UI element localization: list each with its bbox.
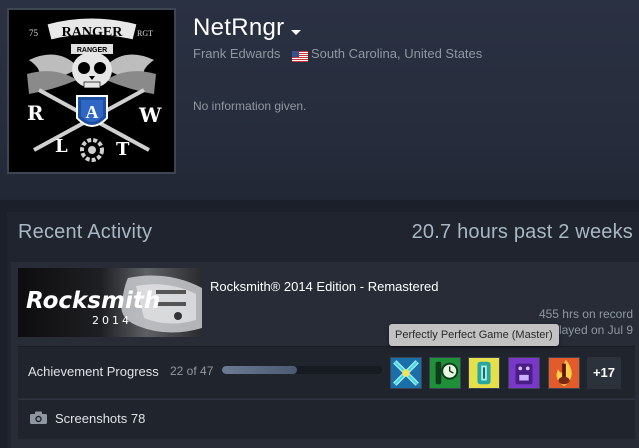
game-capsule-image[interactable]: Rocksmith 2014 <box>18 268 202 337</box>
svg-text:A: A <box>86 102 99 122</box>
hours-on-record: 455 hrs on record <box>538 307 633 321</box>
achievement-crossed-arrows-icon[interactable] <box>390 357 422 389</box>
svg-text:RGT: RGT <box>137 29 153 38</box>
svg-text:T: T <box>116 139 130 160</box>
real-name: Frank Edwards <box>193 46 281 61</box>
more-achievements-button[interactable]: +17 <box>587 357 621 389</box>
location: South Carolina, United States <box>311 46 483 61</box>
svg-text:Rocksmith: Rocksmith <box>26 288 160 314</box>
svg-text:2014: 2014 <box>92 314 132 327</box>
persona-name: NetRngr <box>193 14 285 41</box>
game-name-link[interactable]: Rocksmith® 2014 Edition - Remastered <box>210 279 439 294</box>
achievement-progress-bar <box>222 366 382 374</box>
name-history-dropdown-icon[interactable] <box>291 30 301 35</box>
avatar-image: RANGER 75 RGT RANGER A R W L T <box>9 10 174 172</box>
achievement-count: 22 of 47 <box>170 364 214 378</box>
achievement-flaming-guitar-icon[interactable] <box>548 357 580 389</box>
achievement-effects-pedal-icon[interactable] <box>508 357 540 389</box>
svg-text:W: W <box>138 103 162 127</box>
svg-text:RANGER: RANGER <box>62 25 124 40</box>
screenshots-link[interactable]: Screenshots 78 <box>55 411 145 426</box>
svg-text:R: R <box>27 101 44 125</box>
ranger-emblem-icon: RANGER 75 RGT RANGER A R W L T <box>9 10 174 172</box>
svg-text:75: 75 <box>29 28 39 38</box>
achievement-progress-label[interactable]: Achievement Progress <box>28 364 159 379</box>
profile-summary: No information given. <box>193 99 307 113</box>
us-flag-icon <box>292 49 308 62</box>
svg-text:L: L <box>55 136 68 157</box>
achievement-progress-fill <box>222 366 297 374</box>
recent-activity-hours: 20.7 hours past 2 weeks <box>411 221 633 243</box>
achievement-tooltip: Perfectly Perfect Game (Master) <box>389 324 559 346</box>
camera-icon <box>30 411 47 424</box>
avatar[interactable]: RANGER 75 RGT RANGER A R W L T <box>7 8 176 174</box>
achievement-bass-tuner-icon[interactable] <box>468 357 500 389</box>
achievement-clock-guitar-icon[interactable] <box>429 357 461 389</box>
recent-activity-title: Recent Activity <box>18 221 153 243</box>
